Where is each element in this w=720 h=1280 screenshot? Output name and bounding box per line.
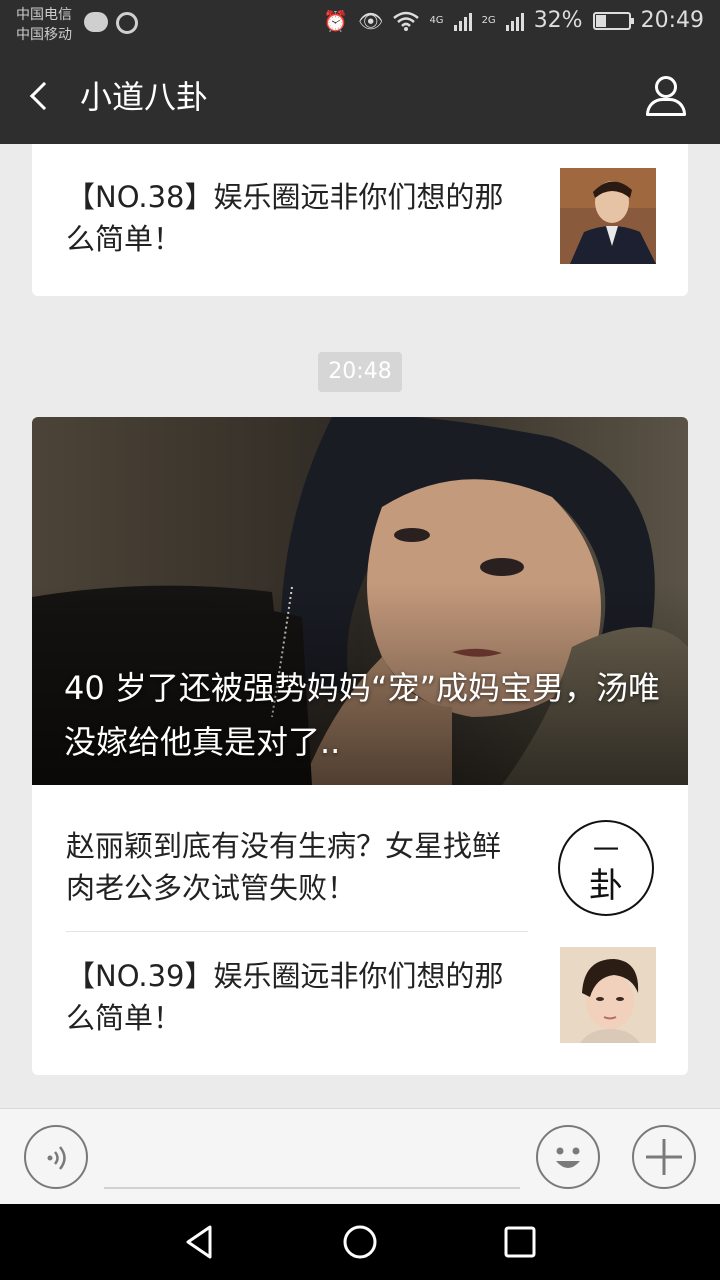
chat-header: 小道八卦 <box>0 50 720 144</box>
carrier-1: 中国电信 <box>16 7 72 23</box>
article-card-previous: 【NO.38】娱乐圈远非你们想的那么简单！ <box>32 144 688 296</box>
person-icon <box>655 76 677 98</box>
system-home-button[interactable] <box>336 1218 384 1266</box>
signal-icon <box>453 11 472 31</box>
system-navigation-bar <box>0 1204 720 1280</box>
emoji-button[interactable] <box>536 1125 600 1189</box>
smile-icon <box>556 1147 580 1168</box>
status-icons: ⏰ 👁 4G 2G 32% 20:49 <box>323 8 704 33</box>
article-card: 40 岁了还被强势妈妈“宠”成妈宝男，汤唯没嫁给他真是对了.. 赵丽颖到底有没有… <box>32 417 688 1075</box>
logo-line-2: 卦 <box>589 866 623 906</box>
article-title: 【NO.39】娱乐圈远非你们想的那么简单！ <box>66 959 504 1035</box>
hero-title: 40 岁了还被强势妈妈“宠”成妈宝男，汤唯没嫁给他真是对了.. <box>64 669 661 761</box>
article-item[interactable]: 【NO.38】娱乐圈远非你们想的那么简单！ <box>66 168 656 264</box>
back-button[interactable] <box>20 74 64 120</box>
profile-button[interactable] <box>644 74 690 120</box>
chevron-left-icon <box>29 81 59 111</box>
carrier-info: 中国电信 中国移动 <box>16 5 72 45</box>
network-4g-label: 4G <box>429 14 444 26</box>
wifi-icon <box>393 11 420 31</box>
article-title: 赵丽颖到底有没有生病？女星找鲜肉老公多次试管失败！ <box>66 829 502 905</box>
wechat-notification-icon <box>84 12 108 32</box>
voice-button[interactable] <box>24 1125 88 1189</box>
battery-icon <box>592 11 634 30</box>
person-icon-body <box>646 98 686 116</box>
circle-home-icon <box>343 1225 377 1259</box>
triangle-back-icon <box>186 1225 212 1259</box>
carrier-2: 中国移动 <box>16 27 72 43</box>
eye-icon: 👁 <box>358 8 384 33</box>
alarm-icon: ⏰ <box>323 8 349 33</box>
message-input[interactable] <box>104 1129 520 1189</box>
voice-icon <box>47 1146 66 1170</box>
article-item[interactable]: 【NO.39】娱乐圈远非你们想的那么简单！ <box>66 947 656 1043</box>
page-title: 小道八卦 <box>80 78 209 116</box>
clock: 20:49 <box>640 8 704 33</box>
signal-icon-2 <box>505 11 524 31</box>
more-button[interactable] <box>632 1125 696 1189</box>
system-recents-button[interactable] <box>496 1218 544 1266</box>
app-notification-icon <box>116 12 138 34</box>
plus-icon <box>646 1139 682 1175</box>
account-logo-icon: 一 卦 <box>558 820 654 916</box>
notification-icons <box>84 12 138 34</box>
battery-percent: 32% <box>533 8 583 33</box>
message-timestamp: 20:48 <box>318 352 402 392</box>
status-bar: 中国电信 中国移动 ⏰ 👁 4G 2G 32% 20:49 <box>0 0 720 50</box>
article-thumbnail <box>560 947 656 1043</box>
article-thumbnail <box>560 168 656 264</box>
square-recents-icon <box>504 1226 536 1258</box>
divider <box>66 931 528 932</box>
chat-input-bar <box>0 1108 720 1204</box>
article-title: 【NO.38】娱乐圈远非你们想的那么简单！ <box>66 180 504 256</box>
system-back-button[interactable] <box>176 1218 224 1266</box>
network-2g-label: 2G <box>481 14 496 26</box>
hero-article[interactable]: 40 岁了还被强势妈妈“宠”成妈宝男，汤唯没嫁给他真是对了.. <box>32 417 688 785</box>
